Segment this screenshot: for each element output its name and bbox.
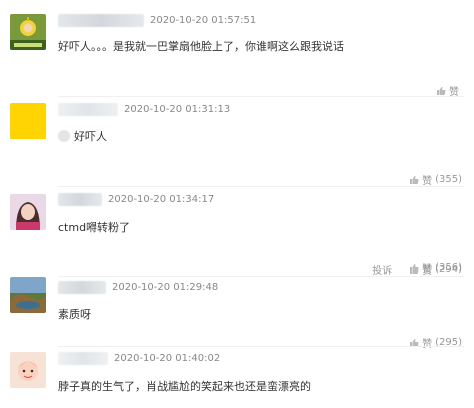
comment-time: 2020-10-20 01:31:13: [124, 103, 231, 115]
username-blurred[interactable]: [58, 102, 118, 116]
comment-meta: 2020-10-20 01:34:17: [58, 191, 214, 207]
like-button[interactable]: 赞 (355): [409, 172, 462, 187]
comment-text: 素质呀: [58, 308, 91, 321]
comment-actions: 投诉 赞 (294): [372, 262, 462, 277]
like-label: 赞: [422, 176, 433, 187]
comment-meta: 2020-10-20 01:57:51: [58, 12, 256, 28]
username-blurred[interactable]: [58, 280, 106, 294]
comment-item: 2020-10-20 01:57:51 好吓人。。。是我就一巴掌扇他脸上了，你谁…: [0, 0, 474, 98]
cartoon-avatar-icon: [10, 352, 46, 388]
like-label[interactable]: 赞: [422, 262, 432, 277]
comment-item: 2020-10-20 01:40:02 脖子真的生气了，肖战尴尬的笑起来也还是蛮…: [0, 347, 474, 408]
report-button[interactable]: 投诉: [372, 262, 392, 277]
girl-avatar-icon: [10, 194, 46, 230]
avatar[interactable]: [10, 194, 46, 230]
comment-text: 脖子真的生气了，肖战尴尬的笑起来也还是蛮漂亮的: [58, 380, 311, 393]
comment-time: 2020-10-20 01:40:02: [114, 352, 221, 364]
username-blurred[interactable]: [58, 351, 108, 365]
yellow-avatar-icon: [10, 103, 46, 139]
avatar[interactable]: [10, 103, 46, 139]
comment-time: 2020-10-20 01:57:51: [150, 14, 257, 26]
comment-item: 2020-10-20 01:29:48 素质呀 投诉 赞 (294) 赞 (29…: [0, 264, 474, 350]
comment-text: 好吓人。。。是我就一巴掌扇他脸上了，你谁啊这么跟我说话: [58, 40, 344, 53]
like-count: (355): [435, 174, 462, 185]
avatar[interactable]: [10, 277, 46, 313]
comment-text-content: 好吓人: [74, 130, 107, 143]
username-blurred[interactable]: [58, 192, 102, 206]
comment-meta: 2020-10-20 01:29:48: [58, 279, 218, 295]
comment-text: 好吓人: [58, 128, 107, 144]
username-blurred[interactable]: [58, 13, 144, 27]
comment-item: 2020-10-20 01:31:13 好吓人 赞 (355): [0, 97, 474, 187]
comment-time: 2020-10-20 01:29:48: [112, 281, 219, 293]
thumbs-up-icon: [410, 175, 419, 184]
comment-time: 2020-10-20 01:34:17: [108, 193, 215, 205]
comment-meta: 2020-10-20 01:40:02: [58, 350, 220, 366]
avatar[interactable]: [10, 352, 46, 388]
thumbs-up-icon: [437, 86, 446, 95]
landscape-avatar-icon: [10, 277, 46, 313]
emoji-icon: [58, 130, 70, 142]
comment-text: ctmd嘚转粉了: [58, 221, 131, 234]
like-count: (294): [435, 264, 462, 275]
thumbs-up-icon: [410, 265, 419, 274]
teletubby-avatar-icon: [10, 14, 46, 50]
avatar[interactable]: [10, 14, 46, 50]
comment-meta: 2020-10-20 01:31:13: [58, 101, 230, 117]
